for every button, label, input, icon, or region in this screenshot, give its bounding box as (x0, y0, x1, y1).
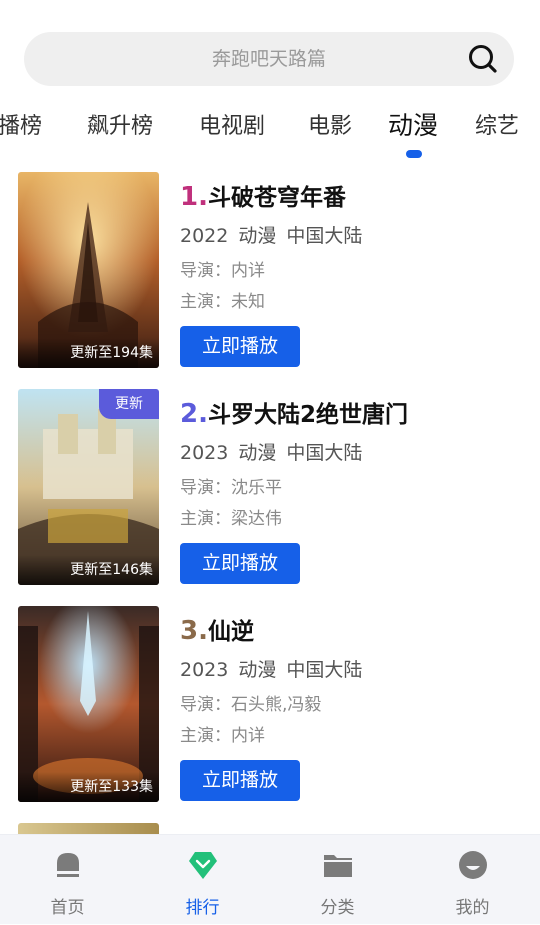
item-year: 2023 (180, 442, 229, 464)
profile-icon (459, 851, 487, 879)
item-title-row[interactable]: 3.仙逆 (180, 614, 530, 648)
item-info: 2.斗罗大陆2绝世唐门 2023 动漫 中国大陆 导演：沈乐平 主演：梁达伟 立即播… (180, 397, 530, 584)
folder-icon (324, 855, 352, 877)
item-meta: 2023 动漫 中国大陆 (180, 656, 530, 684)
episode-count: 更新至133集 (70, 779, 153, 795)
item-title[interactable]: 仙逆 (208, 619, 254, 645)
item-region: 中国大陆 (286, 659, 363, 681)
rank-number: 2. (180, 399, 208, 429)
item-genre: 动漫 (238, 442, 277, 464)
play-now-button[interactable]: 立即播放 (180, 326, 300, 367)
ranking-icon (189, 852, 217, 879)
item-director: 导演：石头熊,冯毅 (180, 695, 322, 715)
search-input[interactable]: 奔跑吧天路篇 (24, 32, 454, 86)
nav-item-home[interactable]: 首页 (0, 835, 135, 925)
nav-item-category[interactable]: 分类 (270, 835, 405, 925)
item-title-row[interactable]: 2.斗罗大陆2绝世唐门 (180, 397, 530, 431)
item-region: 中国大陆 (286, 225, 363, 247)
tab-hot-broadcast[interactable]: 播榜 (0, 108, 42, 140)
item-year: 2022 (180, 225, 229, 247)
nav-label-home: 首页 (50, 898, 85, 918)
item-year: 2023 (180, 659, 229, 681)
list-item[interactable]: 更新 更新至146集 2.斗罗大陆2绝世唐门 2023 动漫 中国大陆 导演：沈乐平… (0, 389, 540, 585)
tab-tv-series[interactable]: 电视剧 (199, 108, 265, 140)
tab-variety[interactable]: 综艺 (475, 108, 519, 140)
episode-count: 更新至146集 (70, 562, 153, 578)
item-title[interactable]: 斗破苍穹年番 (208, 185, 346, 211)
nav-label-profile: 我的 (455, 898, 490, 918)
item-title-row[interactable]: 1.斗破苍穹年番 (180, 180, 530, 214)
bottom-nav: 首页 排行 分类 我的 (0, 834, 540, 924)
home-icon (57, 853, 79, 877)
item-genre: 动漫 (238, 225, 277, 247)
poster-image[interactable]: 更新至133集 (18, 606, 159, 802)
item-cast: 主演：未知 (180, 292, 265, 312)
search-icon[interactable] (468, 44, 498, 74)
item-info: 3.仙逆 2023 动漫 中国大陆 导演：石头熊,冯毅 主演：内详 立即播放 (180, 614, 530, 801)
poster-image[interactable]: 更新至194集 (18, 172, 159, 368)
item-director: 导演：沈乐平 (180, 478, 282, 498)
active-tab-indicator (406, 150, 422, 158)
item-cast: 主演：内详 (180, 726, 265, 746)
item-meta: 2022 动漫 中国大陆 (180, 222, 530, 250)
item-director: 导演：内详 (180, 261, 265, 281)
play-now-button[interactable]: 立即播放 (180, 760, 300, 801)
item-cast: 主演：梁达伟 (180, 509, 282, 529)
episode-count: 更新至194集 (70, 345, 153, 361)
tab-rising[interactable]: 飙升榜 (87, 108, 153, 140)
item-info: 1.斗破苍穹年番 2022 动漫 中国大陆 导演：内详 主演：未知 立即播放 (180, 180, 530, 367)
nav-item-profile[interactable]: 我的 (405, 835, 540, 925)
rank-number: 1. (180, 182, 208, 212)
poster-image[interactable]: 更新 更新至146集 (18, 389, 159, 585)
play-now-button[interactable]: 立即播放 (180, 543, 300, 584)
list-item[interactable]: 更新至133集 3.仙逆 2023 动漫 中国大陆 导演：石头熊,冯毅 主演：内详 … (0, 606, 540, 802)
tab-anime[interactable]: 动漫 (388, 106, 438, 142)
update-badge: 更新 (99, 389, 159, 419)
search-bar[interactable]: 奔跑吧天路篇 (24, 32, 514, 86)
item-title[interactable]: 斗罗大陆2绝世唐门 (208, 402, 408, 428)
rank-number: 3. (180, 616, 208, 646)
list-item[interactable]: 更新至194集 1.斗破苍穹年番 2022 动漫 中国大陆 导演：内详 主演：未知 … (0, 172, 540, 368)
category-tabs: 播榜 飙升榜 电视剧 电影 动漫 综艺 (0, 98, 540, 158)
nav-item-ranking[interactable]: 排行 (135, 835, 270, 925)
item-region: 中国大陆 (286, 442, 363, 464)
nav-label-ranking: 排行 (185, 898, 220, 918)
item-genre: 动漫 (238, 659, 277, 681)
tab-movies[interactable]: 电影 (308, 108, 352, 140)
item-meta: 2023 动漫 中国大陆 (180, 439, 530, 467)
nav-label-category: 分类 (320, 898, 355, 918)
